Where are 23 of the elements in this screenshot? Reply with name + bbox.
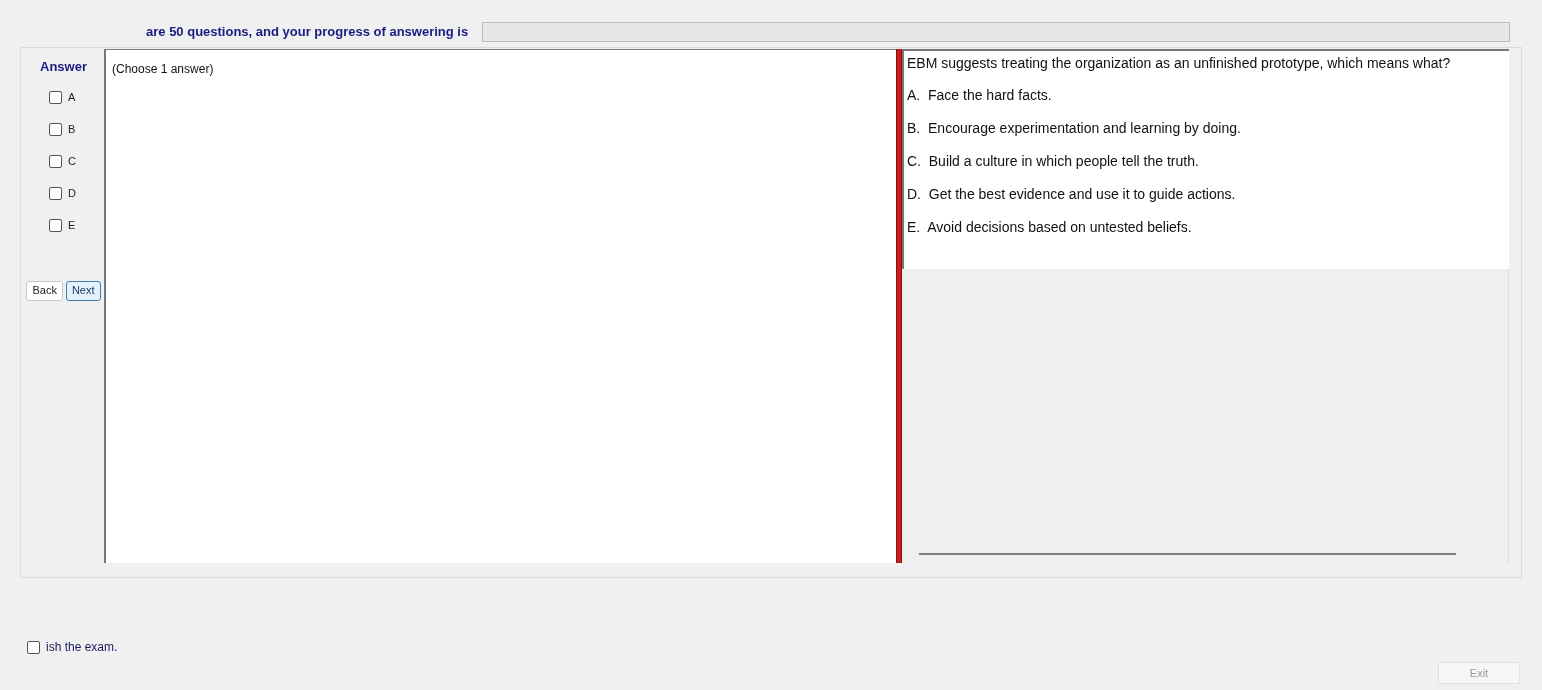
checkbox[interactable]: [49, 122, 62, 136]
checkbox[interactable]: [49, 90, 62, 104]
nav-button[interactable]: Next: [65, 280, 101, 301]
option-label: E: [68, 217, 76, 233]
instruction-text: (Choose 1 answer): [112, 62, 214, 76]
choice-text: D. Get the best evidence and use it to guide actions.: [907, 185, 1237, 203]
option-label: A: [68, 89, 76, 105]
question-text: EBM suggests treating the organization as an unfinished prototype, which means what?: [907, 54, 1452, 72]
checkbox[interactable]: [49, 154, 62, 168]
choice-text: C. Build a culture in which people tell the truth.: [907, 152, 1200, 170]
finish-label: ish the exam.: [46, 639, 118, 656]
checkbox[interactable]: [27, 640, 40, 654]
option-label: B: [68, 121, 76, 137]
option-label: C: [68, 153, 76, 169]
choice-text: A. Face the hard facts.: [907, 86, 1053, 104]
choice-text: B. Encourage experimentation and learning by doing.: [907, 119, 1242, 137]
option-label: D: [68, 185, 76, 201]
checkbox[interactable]: [49, 186, 62, 200]
nav-button[interactable]: Back: [26, 280, 63, 301]
choice-text: E. Avoid decisions based on untested beliefs.: [907, 218, 1193, 236]
answer-title: Answer: [40, 58, 87, 76]
checkbox[interactable]: [49, 218, 62, 232]
progress-label: are 50 questions, and your progress of answering is: [146, 23, 469, 42]
